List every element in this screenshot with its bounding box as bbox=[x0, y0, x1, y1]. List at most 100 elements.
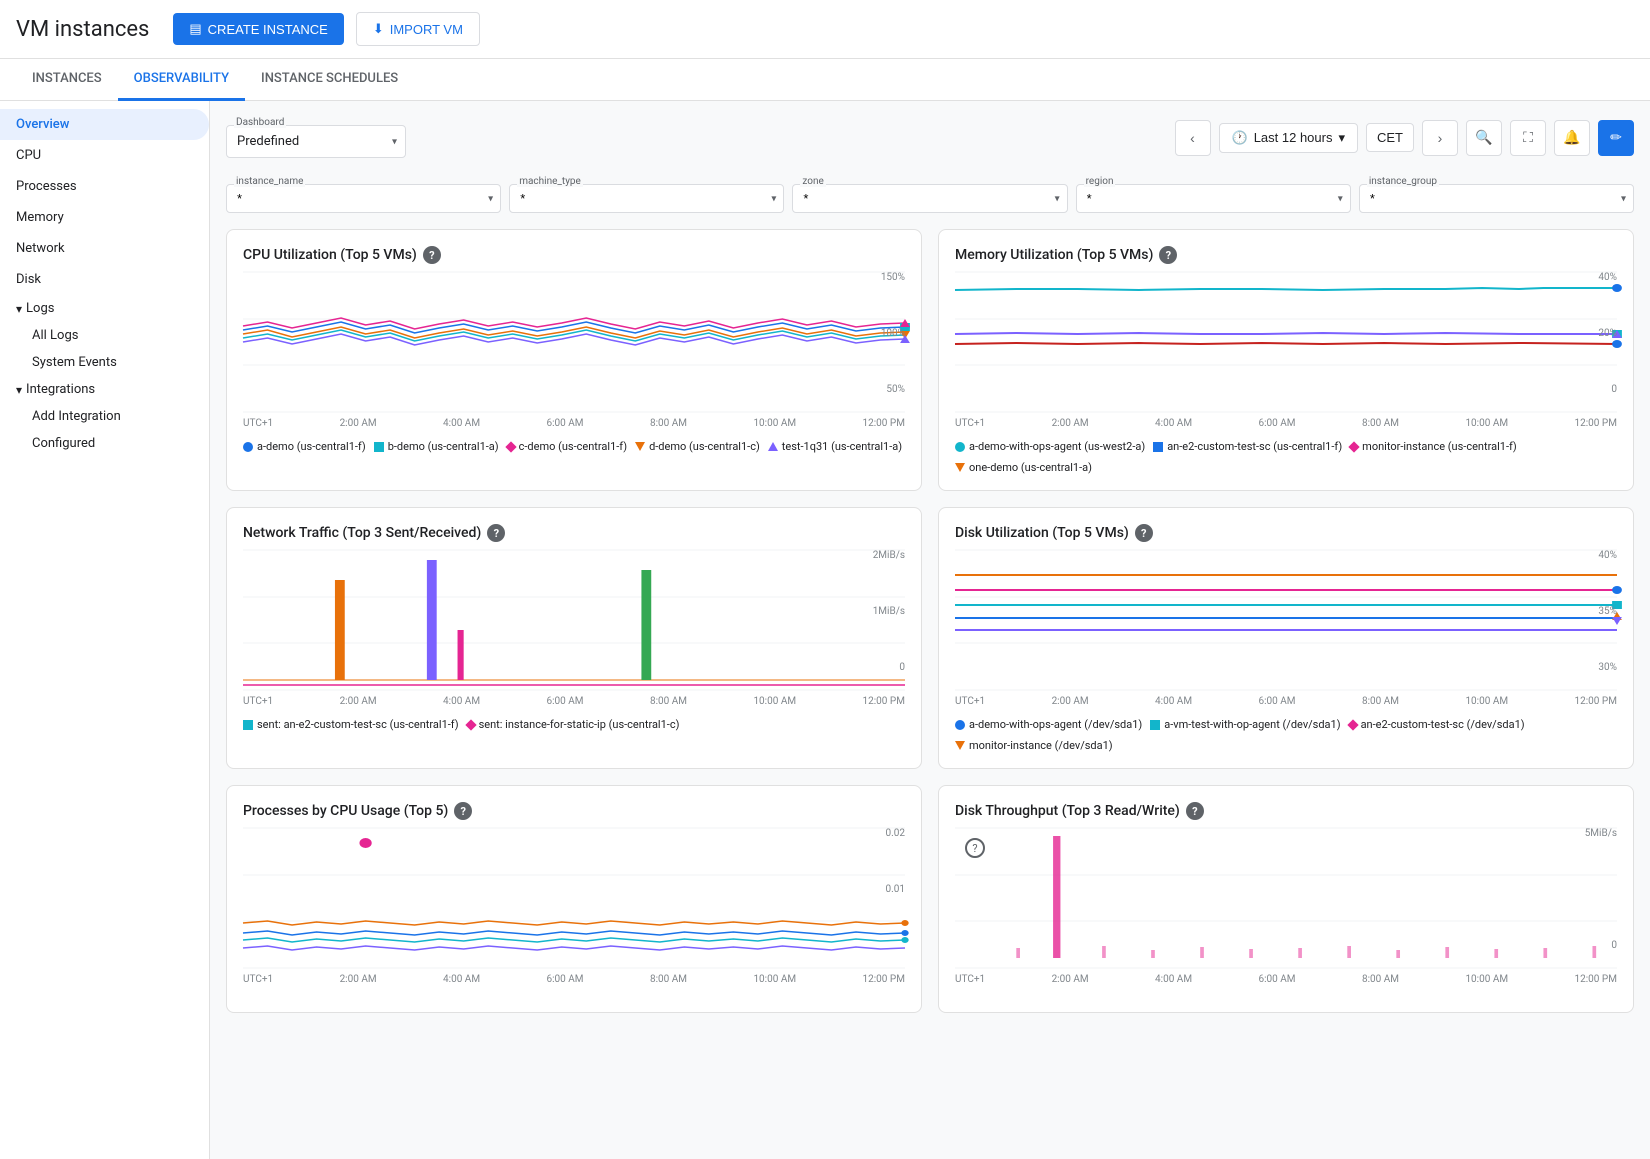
create-instance-button[interactable]: ▤ CREATE INSTANCE bbox=[173, 13, 343, 45]
disk-throughput-chart: Disk Throughput (Top 3 Read/Write) ? 5Mi… bbox=[938, 785, 1634, 1013]
legend-color bbox=[1153, 442, 1163, 452]
instance-name-filter: instance_name * ▾ bbox=[226, 184, 501, 213]
instance-name-select[interactable]: * bbox=[226, 184, 501, 213]
machine-type-filter: machine_type * ▾ bbox=[509, 184, 784, 213]
tab-instance-schedules[interactable]: INSTANCE SCHEDULES bbox=[245, 59, 414, 101]
chart-help-circle[interactable]: ? bbox=[965, 838, 985, 858]
disk-chart-area: 40% 35% 30% bbox=[955, 550, 1617, 710]
legend-item: d-demo (us-central1-c) bbox=[635, 440, 760, 453]
memory-y-mid: 20% bbox=[1598, 328, 1617, 339]
network-help-icon[interactable]: ? bbox=[487, 524, 505, 542]
disk-help-icon[interactable]: ? bbox=[1135, 524, 1153, 542]
legend-item: sent: instance-for-static-ip (us-central… bbox=[467, 718, 680, 731]
instance-group-select[interactable]: * bbox=[1359, 184, 1634, 213]
legend-color bbox=[955, 741, 965, 750]
processes-cpu-chart: Processes by CPU Usage (Top 5) ? 0.02 0.… bbox=[226, 785, 922, 1013]
network-chart-svg bbox=[243, 550, 905, 690]
dashboard-select[interactable]: Predefined ▾ bbox=[226, 125, 406, 158]
legend-color bbox=[243, 442, 253, 452]
memory-chart-svg bbox=[955, 272, 1617, 412]
legend-item: test-1q31 (us-central1-a) bbox=[768, 440, 902, 453]
cpu-x-axis: UTC+1 2:00 AM 4:00 AM 6:00 AM 8:00 AM 10… bbox=[243, 416, 905, 429]
charts-grid: CPU Utilization (Top 5 VMs) ? 150% 100% … bbox=[226, 229, 1634, 1013]
sidebar-item-memory[interactable]: Memory bbox=[0, 202, 209, 233]
memory-y-max: 40% bbox=[1598, 272, 1617, 283]
legend-item: monitor-instance (/dev/sda1) bbox=[955, 739, 1113, 752]
next-time-button[interactable]: › bbox=[1422, 120, 1458, 156]
cpu-chart-area: 150% 100% 50% bbox=[243, 272, 905, 432]
dashboard-arrow-icon: ▾ bbox=[392, 136, 397, 147]
sidebar-item-all-logs[interactable]: All Logs bbox=[0, 322, 209, 349]
expand-button[interactable]: ⛶ bbox=[1510, 120, 1546, 156]
processes-chart-svg bbox=[243, 828, 905, 968]
legend-item: b-demo (us-central1-a) bbox=[374, 440, 499, 453]
legend-item: a-demo (us-central1-f) bbox=[243, 440, 366, 453]
legend-color bbox=[955, 463, 965, 472]
dashboard-right-controls: ‹ 🕐 Last 12 hours ▾ CET › 🔍 ⛶ bbox=[1175, 120, 1635, 156]
disk-throughput-y-max: 5MiB/s bbox=[1585, 828, 1617, 839]
sidebar-item-add-integration[interactable]: Add Integration bbox=[0, 403, 209, 430]
legend-color bbox=[635, 442, 645, 451]
cpu-help-icon[interactable]: ? bbox=[423, 246, 441, 264]
time-range-button[interactable]: 🕐 Last 12 hours ▾ bbox=[1219, 123, 1359, 153]
tab-instances[interactable]: INSTANCES bbox=[16, 59, 118, 101]
legend-item: one-demo (us-central1-a) bbox=[955, 461, 1092, 474]
processes-y-mid: 0.01 bbox=[886, 884, 906, 895]
cpu-utilization-chart: CPU Utilization (Top 5 VMs) ? 150% 100% … bbox=[226, 229, 922, 491]
timezone-button[interactable]: CET bbox=[1366, 123, 1414, 152]
disk-throughput-chart-svg bbox=[955, 828, 1617, 968]
disk-chart-svg bbox=[955, 550, 1617, 690]
network-x-axis: UTC+1 2:00 AM 4:00 AM 6:00 AM 8:00 AM 10… bbox=[243, 694, 905, 707]
sidebar-item-network[interactable]: Network bbox=[0, 233, 209, 264]
disk-throughput-chart-area: 5MiB/s 0 ? bbox=[955, 828, 1617, 988]
bell-icon: 🔔 bbox=[1563, 129, 1580, 146]
prev-time-button[interactable]: ‹ bbox=[1175, 120, 1211, 156]
main-layout: Overview CPU Processes Memory Network Di… bbox=[0, 101, 1650, 1159]
disk-x-axis: UTC+1 2:00 AM 4:00 AM 6:00 AM 8:00 AM 10… bbox=[955, 694, 1617, 707]
sidebar-item-overview[interactable]: Overview bbox=[0, 109, 209, 140]
processes-chart-area: 0.02 0.01 bbox=[243, 828, 905, 988]
disk-y-mid: 35% bbox=[1598, 606, 1617, 617]
machine-type-select[interactable]: * bbox=[509, 184, 784, 213]
cpu-y-max: 150% bbox=[881, 272, 905, 283]
legend-color bbox=[505, 441, 516, 452]
sidebar-item-configured[interactable]: Configured bbox=[0, 430, 209, 457]
region-select[interactable]: * bbox=[1076, 184, 1351, 213]
alerts-button[interactable]: 🔔 bbox=[1554, 120, 1590, 156]
sidebar-item-processes[interactable]: Processes bbox=[0, 171, 209, 202]
sidebar-item-cpu[interactable]: CPU bbox=[0, 140, 209, 171]
time-arrow-icon: ▾ bbox=[1338, 130, 1345, 146]
cpu-y-min: 50% bbox=[886, 384, 905, 395]
network-traffic-chart: Network Traffic (Top 3 Sent/Received) ? … bbox=[226, 507, 922, 769]
clock-icon: 🕐 bbox=[1232, 130, 1248, 146]
tab-observability[interactable]: OBSERVABILITY bbox=[118, 59, 245, 101]
sidebar-group-integrations[interactable]: ▾ Integrations bbox=[0, 376, 209, 403]
prev-icon: ‹ bbox=[1190, 130, 1195, 146]
sidebar-item-disk[interactable]: Disk bbox=[0, 264, 209, 295]
disk-throughput-help-icon[interactable]: ? bbox=[1186, 802, 1204, 820]
sidebar-group-logs[interactable]: ▾ Logs bbox=[0, 295, 209, 322]
legend-color bbox=[1349, 441, 1360, 452]
legend-item: a-demo-with-ops-agent (us-west2-a) bbox=[955, 440, 1145, 453]
memory-help-icon[interactable]: ? bbox=[1159, 246, 1177, 264]
processes-x-axis: UTC+1 2:00 AM 4:00 AM 6:00 AM 8:00 AM 10… bbox=[243, 972, 905, 985]
network-y-mid: 1MiB/s bbox=[873, 606, 905, 617]
integrations-arrow-icon: ▾ bbox=[16, 383, 22, 397]
legend-item: an-e2-custom-test-sc (us-central1-f) bbox=[1153, 440, 1342, 453]
processes-help-icon[interactable]: ? bbox=[454, 802, 472, 820]
disk-legend: a-demo-with-ops-agent (/dev/sda1) a-vm-t… bbox=[955, 718, 1617, 752]
edit-button[interactable]: ✏ bbox=[1598, 120, 1634, 156]
legend-color bbox=[374, 442, 384, 452]
search-button[interactable]: 🔍 bbox=[1466, 120, 1502, 156]
cpu-chart-svg bbox=[243, 272, 905, 412]
legend-color bbox=[243, 720, 253, 730]
sidebar-item-system-events[interactable]: System Events bbox=[0, 349, 209, 376]
dashboard-controls: Dashboard Predefined ▾ ‹ 🕐 Last 12 hours… bbox=[226, 117, 1634, 158]
network-legend: sent: an-e2-custom-test-sc (us-central1-… bbox=[243, 718, 905, 731]
disk-utilization-chart: Disk Utilization (Top 5 VMs) ? 40% 35% 3… bbox=[938, 507, 1634, 769]
sidebar: Overview CPU Processes Memory Network Di… bbox=[0, 101, 210, 1159]
import-vm-button[interactable]: ⬇ IMPORT VM bbox=[356, 12, 480, 46]
disk-y-max: 40% bbox=[1598, 550, 1617, 561]
processes-y-max: 0.02 bbox=[886, 828, 906, 839]
zone-select[interactable]: * bbox=[792, 184, 1067, 213]
